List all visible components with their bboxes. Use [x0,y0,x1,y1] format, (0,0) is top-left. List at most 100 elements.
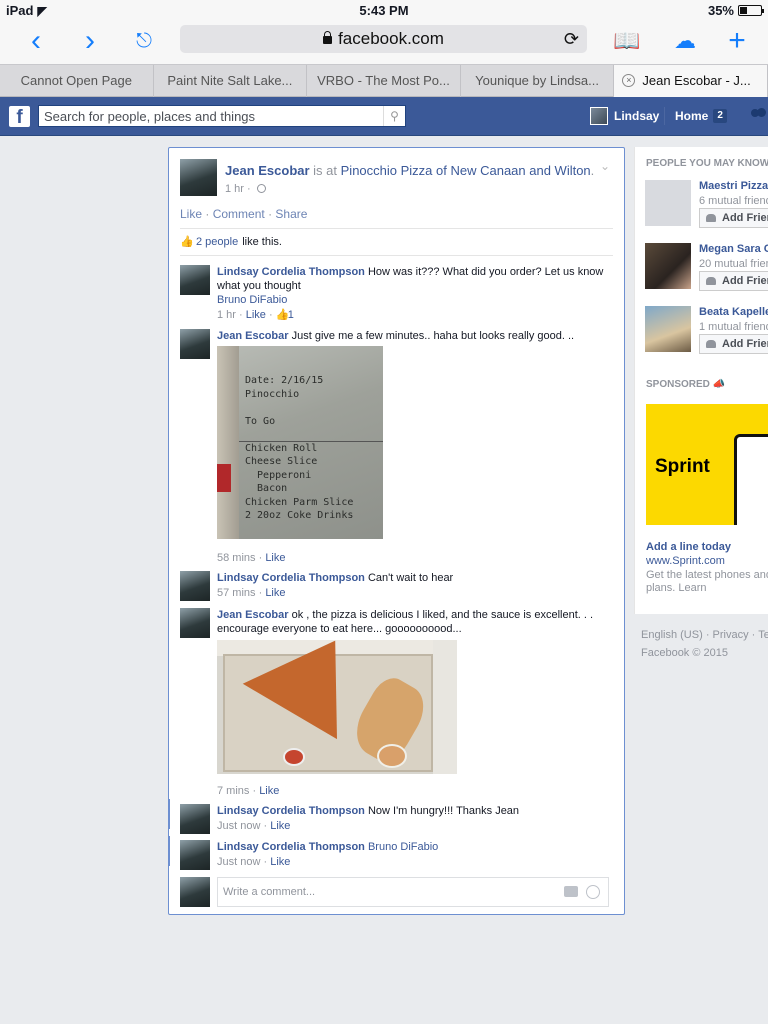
close-tab-icon[interactable]: × [622,74,636,87]
post-actions: Like · Comment · Share [180,207,308,221]
tagged-user[interactable]: Bruno DiFabio [217,293,610,307]
battery-icon [738,5,764,16]
avatar[interactable] [180,804,210,834]
terms-link[interactable]: Terms [758,629,768,641]
author-avatar[interactable] [180,159,217,196]
ad-title[interactable]: Add a line today [646,541,731,553]
ad-url[interactable]: www.Sprint.com [646,555,725,567]
avatar[interactable] [180,329,210,359]
search-icon[interactable]: ⚲ [383,106,405,126]
profile-link[interactable]: Lindsay [590,107,659,125]
comment-text: Now I'm hungry!!! Thanks Jean [367,805,520,817]
post-author[interactable]: Jean Escobar [225,163,310,178]
sprint-logo: Sprint [655,456,710,477]
icloud-tabs-icon[interactable]: ☁ [667,24,703,60]
tab-younique[interactable]: Younique by Lindsa... [461,65,615,97]
facebook-top-bar: f ⚲ Lindsay Home 2 [0,97,768,136]
profile-name: Lindsay [614,109,660,123]
search-input[interactable] [39,106,379,126]
emoji-icon[interactable] [586,885,600,899]
megaphone-icon: 📣 [712,379,726,390]
camera-icon[interactable] [564,886,578,897]
avatar [590,107,608,125]
facebook-logo-icon[interactable]: f [9,106,30,127]
is-at-text: is at [313,163,338,178]
sprint-ad-image[interactable]: Sprint [646,404,768,525]
url-text: facebook.com [338,29,444,48]
tab-vrbo[interactable]: VRBO - The Most Po... [307,65,461,97]
receipt-photo[interactable]: Date: 2/16/15 Pinocchio To Go Chicken Ro… [217,346,383,539]
tagged-user[interactable]: Bruno DiFabio [368,841,438,853]
home-link[interactable]: Home 2 [675,109,727,123]
post-card: Jean Escobar is at Pinocchio Pizza of Ne… [168,147,625,915]
comment-author[interactable]: Jean Escobar [217,330,289,342]
tab-paint-nite[interactable]: Paint Nite Salt Lake... [154,65,308,97]
address-bar[interactable]: facebook.com ⟳ [180,25,587,53]
add-friend-button[interactable]: Add Friend [699,334,768,354]
receipt-text: Date: 2/16/15 Pinocchio To Go Chicken Ro… [245,375,354,521]
pymk-name[interactable]: Maestri Pizza [699,180,768,192]
pymk-mutual[interactable]: 1 mutual friend [699,321,768,333]
thumbs-up-icon: 👍 [180,236,194,248]
back-icon[interactable]: ‹ [18,24,54,60]
comment-like-button[interactable]: Like [265,587,285,599]
chevron-down-icon[interactable]: ⌄ [600,159,610,173]
language-link[interactable]: English (US) [641,629,703,641]
comment-like-count[interactable]: 1 [288,309,294,321]
facebook-search: ⚲ [38,105,406,127]
likes-people-link[interactable]: 2 people [196,236,238,248]
add-friend-icon [706,277,716,285]
status-bar: iPad ◤ 5:43 PM 35% [0,0,768,20]
avatar [180,877,210,907]
new-tab-icon[interactable]: + [719,24,755,60]
forward-icon[interactable]: › [72,24,108,60]
like-button[interactable]: Like [180,207,202,221]
post-title: Jean Escobar is at Pinocchio Pizza of Ne… [225,163,595,178]
comment-button[interactable]: Comment [213,207,265,221]
share-icon[interactable]: ⎋ [126,24,162,60]
thumbs-up-icon: 👍 [275,309,290,321]
sponsored-header: SPONSORED 📣 [646,379,726,390]
comment-author[interactable]: Lindsay Cordelia Thompson [217,841,365,853]
comment-author[interactable]: Jean Escobar [217,609,289,621]
avatar[interactable] [180,571,210,601]
comment-like-button[interactable]: Like [265,552,285,564]
globe-icon [256,184,266,193]
pymk-mutual[interactable]: 6 mutual friends [699,195,768,207]
add-friend-button[interactable]: Add Friend [699,208,768,228]
pymk-header: PEOPLE YOU MAY KNOW [646,158,768,169]
comment-like-button[interactable]: Like [270,820,290,832]
pymk-name[interactable]: Megan Sara C [699,243,768,255]
pymk-name[interactable]: Beata Kapelle [699,306,768,318]
safari-toolbar: ‹ › ⎋ facebook.com ⟳ 📖 ☁ + [0,20,768,64]
comment-text: Can't wait to hear [367,572,454,584]
avatar[interactable] [645,180,691,226]
privacy-link[interactable]: Privacy [713,629,749,641]
comment-like-button[interactable]: Like [259,785,279,797]
comment-text: Just give me a few minutes.. haha but lo… [291,330,575,342]
post-timestamp: 1 hr · [225,183,266,195]
post-place[interactable]: Pinocchio Pizza of New Canaan and Wilton [341,163,591,178]
reload-icon[interactable]: ⟳ [564,25,579,53]
avatar[interactable] [645,306,691,352]
share-button[interactable]: Share [275,207,307,221]
bookmarks-icon[interactable]: 📖 [609,24,645,60]
avatar[interactable] [180,265,210,295]
avatar[interactable] [180,840,210,870]
tab-cannot-open[interactable]: Cannot Open Page [0,65,154,97]
add-friend-icon [706,340,716,348]
avatar[interactable] [645,243,691,289]
comment-author[interactable]: Lindsay Cordelia Thompson [217,805,365,817]
right-sidebar: PEOPLE YOU MAY KNOW Maestri Pizza 6 mutu… [634,147,768,614]
comment-author[interactable]: Lindsay Cordelia Thompson [217,266,365,278]
comment-input[interactable] [218,878,548,906]
comment-like-button[interactable]: Like [246,309,266,321]
friend-requests-icon[interactable] [750,107,768,123]
comment-like-button[interactable]: Like [270,856,290,868]
pizza-photo[interactable] [217,640,457,774]
comment-author[interactable]: Lindsay Cordelia Thompson [217,572,365,584]
tab-jean-escobar[interactable]: × Jean Escobar - J... [614,65,768,97]
pymk-mutual[interactable]: 20 mutual friends [699,258,768,270]
add-friend-button[interactable]: Add Friend [699,271,768,291]
avatar[interactable] [180,608,210,638]
